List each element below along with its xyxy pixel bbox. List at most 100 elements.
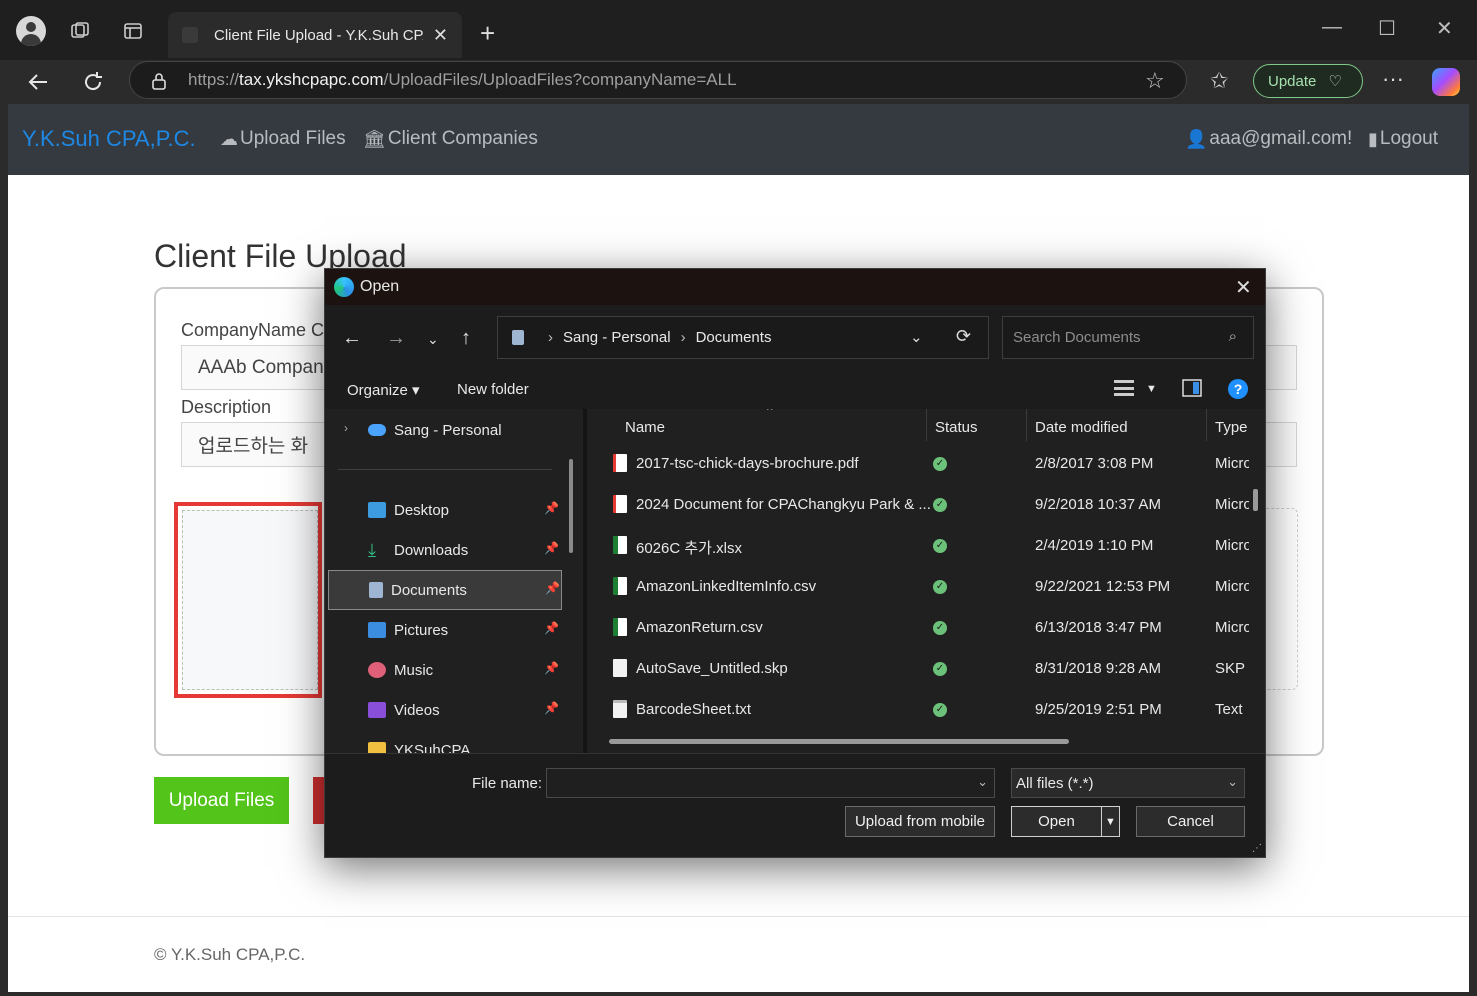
upload-files-button[interactable]: Upload Files	[154, 777, 289, 824]
breadcrumb-documents[interactable]: Documents	[696, 329, 772, 346]
address-bar[interactable]: https://tax.ykshcpapc.com/UploadFiles/Up…	[129, 61, 1187, 99]
sidebar-item-documents[interactable]: Documents 📌	[328, 570, 562, 610]
column-header-status[interactable]: Status	[935, 419, 978, 436]
sidebar-item-label: Videos	[394, 701, 440, 719]
file-list-horizontal-scrollbar[interactable]	[609, 739, 1069, 744]
file-row[interactable]: BarcodeSheet.txt ✓ 9/25/2019 2:51 PM Tex…	[587, 690, 1265, 731]
nav-logout[interactable]: ▮ Logout	[1368, 128, 1438, 150]
maximize-icon[interactable]: ☐	[1378, 16, 1396, 41]
column-divider[interactable]	[1026, 409, 1027, 441]
synced-check-icon: ✓	[933, 498, 947, 512]
breadcrumb-dropdown-icon[interactable]: ⌄	[910, 328, 923, 346]
footer-divider	[8, 916, 1469, 917]
more-menu-icon[interactable]: ···	[1382, 66, 1404, 92]
preview-pane-icon[interactable]	[1182, 379, 1202, 397]
nav-client-companies[interactable]: 🏛 Client Companies	[363, 128, 538, 150]
dialog-footer: File name: ⌄ All files (*.*) ⌄ Upload fr…	[325, 753, 1265, 857]
chevron-down-icon[interactable]: ⌄	[977, 774, 988, 790]
sidebar-scrollbar[interactable]	[569, 459, 573, 553]
reload-icon[interactable]	[77, 66, 109, 98]
help-icon[interactable]: ?	[1228, 379, 1248, 399]
sidebar-item-music[interactable]: Music 📌	[328, 651, 562, 689]
sidebar-item-videos[interactable]: Videos 📌	[328, 691, 562, 729]
change-view-icon[interactable]	[1114, 380, 1134, 396]
dialog-forward-icon[interactable]: →	[386, 327, 406, 350]
view-options-chevron-icon[interactable]: ▼	[1146, 383, 1157, 395]
search-documents-input[interactable]: Search Documents ⌕	[1002, 316, 1254, 359]
open-options-chevron-icon[interactable]: ▼	[1101, 807, 1119, 836]
favorites-icon[interactable]: ✩	[1210, 68, 1228, 94]
organize-button[interactable]: Organize ▾	[347, 381, 420, 399]
nav-user-label: aaa@gmail.com!	[1209, 128, 1353, 149]
update-button[interactable]: Update ♡	[1253, 64, 1363, 98]
sidebar-item-pictures[interactable]: Pictures 📌	[328, 611, 562, 649]
file-type-filter[interactable]: All files (*.*) ⌄	[1011, 768, 1245, 798]
resize-grip-icon[interactable]: ⋰	[1252, 843, 1262, 854]
file-row[interactable]: AmazonReturn.csv ✓ 6/13/2018 3:47 PM Mic…	[587, 608, 1265, 649]
search-placeholder: Search Documents	[1013, 329, 1141, 346]
expand-chevron-icon[interactable]: ›	[344, 421, 348, 435]
new-folder-button[interactable]: New folder	[457, 381, 529, 398]
nav-upload-files[interactable]: ☁ Upload Files	[220, 128, 346, 150]
tab-actions-icon[interactable]	[116, 14, 150, 48]
file-type: Micro	[1215, 537, 1249, 554]
sidebar-item-label: Sang - Personal	[394, 421, 502, 439]
column-header-date[interactable]: Date modified	[1035, 419, 1128, 436]
file-list-vertical-scrollbar[interactable]	[1253, 489, 1258, 511]
breadcrumb[interactable]: › Sang - Personal › Documents ⌄ ⟳	[497, 316, 989, 359]
sidebar-item-label: Documents	[391, 581, 467, 599]
sidebar-item-label: Desktop	[394, 501, 450, 519]
breadcrumb-sang-personal[interactable]: Sang - Personal	[563, 329, 671, 346]
favorite-star-icon[interactable]: ☆	[1145, 68, 1165, 94]
site-brand[interactable]: Y.K.Suh CPA,P.C.	[22, 126, 196, 152]
column-header-name[interactable]: Name	[625, 419, 665, 436]
tab-close-icon[interactable]: ✕	[433, 25, 448, 46]
workspaces-icon[interactable]	[63, 14, 97, 48]
file-row[interactable]: AmazonLinkedItemInfo.csv ✓ 9/22/2021 12:…	[587, 567, 1265, 608]
sidebar-item-downloads[interactable]: ⤓ Downloads 📌	[328, 531, 562, 569]
download-arrow-icon: ⤓	[368, 540, 376, 560]
file-drop-zone[interactable]	[174, 502, 322, 698]
copilot-icon[interactable]	[1432, 68, 1460, 96]
close-window-icon[interactable]: ✕	[1436, 16, 1453, 41]
nav-logout-label: Logout	[1379, 128, 1439, 149]
videos-icon	[368, 702, 386, 718]
file-row[interactable]: 2017-tsc-chick-days-brochure.pdf ✓ 2/8/2…	[587, 444, 1265, 485]
sidebar-item-sang-personal[interactable]: › Sang - Personal	[328, 411, 562, 449]
back-icon[interactable]	[22, 66, 54, 98]
file-row[interactable]: 6026C 추가.xlsx ✓ 2/4/2019 1:10 PM Micro	[587, 526, 1265, 567]
dialog-navigation-bar: ← → ⌄ ↑ › Sang - Personal › Documents ⌄ …	[325, 305, 1265, 367]
file-date: 2/8/2017 3:08 PM	[1035, 455, 1154, 472]
recent-locations-icon[interactable]: ⌄	[427, 331, 439, 348]
up-folder-icon[interactable]: ↑	[461, 327, 471, 350]
description-value: 업로드하는 화	[198, 436, 309, 457]
text-file-icon	[613, 700, 627, 718]
pin-icon: 📌	[545, 581, 560, 595]
url-host: tax.ykshcpapc.com	[239, 70, 384, 89]
cancel-button[interactable]: Cancel	[1136, 806, 1245, 837]
synced-check-icon: ✓	[933, 621, 947, 635]
nav-user[interactable]: 👤 aaa@gmail.com!	[1185, 128, 1352, 150]
sidebar-item-desktop[interactable]: Desktop 📌	[328, 491, 562, 529]
minimize-icon[interactable]: —	[1322, 16, 1342, 39]
browser-tab[interactable]: Client File Upload - Y.K.Suh CPA,P ✕	[168, 12, 462, 58]
update-label: Update	[1268, 72, 1317, 90]
new-tab-icon[interactable]: +	[480, 18, 495, 49]
column-divider[interactable]	[1206, 409, 1207, 441]
upload-from-mobile-button[interactable]: Upload from mobile	[845, 806, 995, 837]
refresh-icon[interactable]: ⟳	[956, 326, 971, 347]
file-row[interactable]: AutoSave_Untitled.skp ✓ 8/31/2018 9:28 A…	[587, 649, 1265, 690]
open-button[interactable]: Open ▼	[1011, 806, 1120, 837]
company-name-value: AAAb Company	[198, 356, 334, 378]
file-row[interactable]: 2024 Document for CPAChangkyu Park & ...…	[587, 485, 1265, 526]
column-divider[interactable]	[926, 409, 927, 441]
url-path: /UploadFiles/UploadFiles?companyName=ALL	[383, 70, 737, 89]
lock-icon[interactable]	[150, 72, 168, 90]
dialog-back-icon[interactable]: ←	[342, 327, 362, 350]
tab-favicon-icon	[182, 27, 198, 43]
sidebar-item-yksuhcpa[interactable]: YKSuhCPA	[328, 731, 562, 753]
column-header-type[interactable]: Type	[1215, 419, 1248, 436]
file-name-input[interactable]: ⌄	[546, 768, 995, 798]
profile-icon[interactable]	[14, 14, 48, 48]
dialog-close-icon[interactable]: ✕	[1235, 275, 1252, 300]
